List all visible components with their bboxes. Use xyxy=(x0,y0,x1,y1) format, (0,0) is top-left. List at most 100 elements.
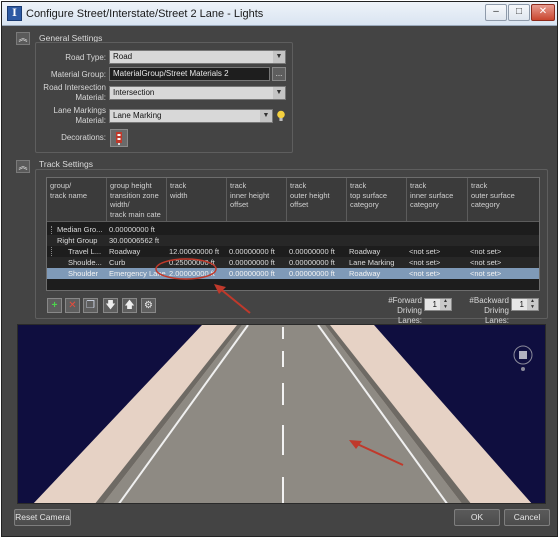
window-title: Configure Street/Interstate/Street 2 Lan… xyxy=(26,8,264,20)
header-group-height[interactable]: group height transition zone width/ trac… xyxy=(107,178,167,222)
collapse-icon: ︽ xyxy=(18,33,28,43)
table-row[interactable]: Right Group 30.00006562 ft xyxy=(47,235,539,246)
row-cell: <not set> xyxy=(470,269,502,278)
add-track-button[interactable]: + xyxy=(47,298,62,313)
copy-icon: ❐ xyxy=(86,300,95,311)
lane-marking-label-line2: Material: xyxy=(75,116,106,125)
track-settings-title: Track Settings xyxy=(39,159,94,169)
forward-lanes-label-line2: Driving Lanes: xyxy=(397,306,422,325)
forward-lanes-value: 1 xyxy=(432,300,437,309)
row-cell: <not set> xyxy=(409,258,441,267)
header-line: top surface xyxy=(350,190,388,200)
compass-icon[interactable] xyxy=(513,345,533,371)
spinner-arrows-icon[interactable]: ▲ ▼ xyxy=(440,298,451,310)
backward-lanes-label-line1: #Backward xyxy=(469,296,509,305)
header-line: category xyxy=(350,200,379,209)
lane-marking-label-line1: Lane Markings xyxy=(53,106,106,115)
intersection-material-value: Intersection xyxy=(113,88,155,97)
collapse-icon: ︽ xyxy=(18,161,28,171)
header-track-name[interactable]: group/ track name xyxy=(47,178,107,222)
lane-marking-label: Lane Markings Material: xyxy=(38,106,106,126)
header-track-width[interactable]: track width xyxy=(167,178,227,222)
table-row[interactable]: Travel L... Roadway 12.00000000 ft 0.000… xyxy=(47,246,539,257)
header-line: category xyxy=(410,200,439,209)
row-name: Median Gro... xyxy=(57,225,103,234)
chevron-down-icon: ▼ xyxy=(260,110,272,122)
header-line: inner height xyxy=(230,190,270,200)
minimize-icon: – xyxy=(493,6,499,17)
header-outer-height[interactable]: track outer height offset xyxy=(287,178,347,222)
row-cell: Lane Marking xyxy=(349,258,395,267)
move-down-button[interactable]: 🡇 xyxy=(103,298,118,313)
row-cell: Roadway xyxy=(349,247,381,256)
header-line: outer surface xyxy=(471,190,515,200)
row-cell: Roadway xyxy=(349,269,381,278)
road-preview-viewport[interactable] xyxy=(17,324,546,504)
intersection-material-label-line1: Road Intersection xyxy=(43,83,106,92)
remove-track-button[interactable]: ✕ xyxy=(65,298,80,313)
row-name: Travel L... xyxy=(68,247,102,256)
header-line: track xyxy=(410,181,427,190)
header-line: category xyxy=(471,200,500,209)
material-group-field[interactable]: MaterialGroup/Street Materials 2 xyxy=(109,67,270,81)
copy-track-button[interactable]: ❐ xyxy=(83,298,98,313)
track-grid[interactable]: group/ track name group height transitio… xyxy=(46,177,540,291)
row-value: 30.00006562 ft xyxy=(109,236,160,245)
header-line: offset xyxy=(290,200,309,209)
table-row[interactable]: Shoulde... Curb 0.25000000 ft 0.00000000… xyxy=(47,257,539,268)
row-name: Shoulder xyxy=(68,269,99,278)
intersection-material-label-line2: Material: xyxy=(75,93,106,102)
row-value: 0.00000000 ft xyxy=(109,225,155,234)
header-inner-height[interactable]: track inner height offset xyxy=(227,178,287,222)
title-bar[interactable]: I Configure Street/Interstate/Street 2 L… xyxy=(2,2,557,26)
intersection-material-select[interactable]: Intersection ▼ xyxy=(109,86,286,100)
move-up-button[interactable]: 🡅 xyxy=(122,298,137,313)
forward-lanes-spinner[interactable]: 1 ▲ ▼ xyxy=(424,298,452,311)
material-group-browse-button[interactable]: ... xyxy=(272,67,286,81)
cancel-button[interactable]: Cancel xyxy=(504,509,550,526)
close-icon: ✕ xyxy=(538,6,548,17)
header-line: group/ xyxy=(50,181,72,190)
row-cell: <not set> xyxy=(470,258,502,267)
header-outer-surface[interactable]: track outer surface category xyxy=(468,178,539,222)
decorations-button[interactable] xyxy=(110,129,128,147)
remove-icon: ✕ xyxy=(68,300,77,311)
decoration-icon xyxy=(116,132,122,145)
header-line: track name xyxy=(50,190,88,200)
settings-button[interactable]: ⚙ xyxy=(141,298,156,313)
minimize-button[interactable]: – xyxy=(485,4,507,21)
maximize-button[interactable]: □ xyxy=(508,4,530,21)
road-type-select[interactable]: Road ▼ xyxy=(109,50,286,64)
move-down-icon: 🡇 xyxy=(105,300,116,311)
forward-lanes-label: #Forward Driving Lanes: xyxy=(380,296,422,326)
ok-button[interactable]: OK xyxy=(454,509,500,526)
header-line: inner surface xyxy=(410,190,454,200)
spinner-arrows-icon[interactable]: ▲ ▼ xyxy=(527,298,538,310)
settings-icon: ⚙ xyxy=(144,300,153,311)
header-line: transition zone xyxy=(110,190,159,200)
table-row-selected[interactable]: Shoulder Emergency Lane 2.00000000 ft 0.… xyxy=(47,268,539,279)
track-collapse-button[interactable]: ︽ xyxy=(16,160,30,173)
intersection-material-label: Road Intersection Material: xyxy=(38,83,106,103)
grid-header: group/ track name group height transitio… xyxy=(47,178,539,222)
lane-marking-select[interactable]: Lane Marking ▼ xyxy=(109,109,273,123)
row-name: Right Group xyxy=(57,236,98,245)
bulb-icon[interactable] xyxy=(276,110,286,122)
road-type-label: Road Type: xyxy=(65,53,106,62)
material-group-label: Material Group: xyxy=(50,70,106,79)
header-line: width xyxy=(170,190,188,200)
header-inner-surface[interactable]: track inner surface category xyxy=(407,178,468,222)
reset-camera-button[interactable]: Reset Camera xyxy=(14,509,71,526)
header-top-surface[interactable]: track top surface category xyxy=(347,178,407,222)
general-collapse-button[interactable]: ︽ xyxy=(16,32,30,45)
header-line: track xyxy=(290,181,307,190)
highlight-circle xyxy=(155,258,217,280)
header-line: track xyxy=(471,181,488,190)
backward-lanes-label-line2: Driving Lanes: xyxy=(484,306,509,325)
table-row[interactable]: Median Gro... 0.00000000 ft xyxy=(47,224,539,235)
backward-lanes-spinner[interactable]: 1 ▲ ▼ xyxy=(511,298,539,311)
header-line: outer height xyxy=(290,190,330,200)
row-cell: <not set> xyxy=(409,269,441,278)
close-button[interactable]: ✕ xyxy=(531,4,555,21)
header-line: group height xyxy=(110,181,152,190)
